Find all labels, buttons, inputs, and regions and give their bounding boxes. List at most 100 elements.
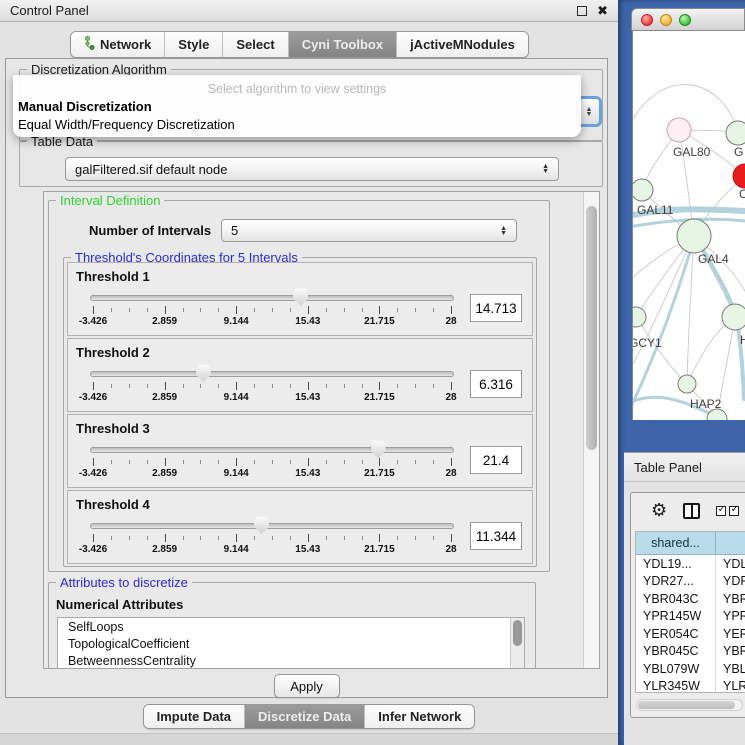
table-row[interactable]: YBR045CYBR0 — [636, 643, 745, 661]
table-header: shared... n — [636, 532, 745, 555]
node-gal4[interactable] — [677, 219, 711, 253]
threshold-label: Threshold 3 — [68, 415, 532, 436]
close-traffic-light-icon[interactable] — [641, 14, 653, 26]
tab-network[interactable]: Network — [71, 32, 165, 57]
tab-select[interactable]: Select — [223, 32, 288, 57]
cytoscape-desktop: GAL80 G GAL11 GAL4 GCY1 H HAP2 C Table P… — [618, 0, 745, 745]
threshold-panel: Threshold 3-3.4262.8599.14415.4321.71528… — [67, 414, 533, 488]
tab-cyni-toolbox[interactable]: Cyni Toolbox — [289, 32, 397, 57]
node-hap2[interactable] — [678, 375, 696, 393]
table-cell: YPR1 — [716, 608, 745, 626]
slider-handle[interactable] — [371, 440, 386, 458]
network-canvas[interactable]: GAL80 G GAL11 GAL4 GCY1 H HAP2 C — [632, 31, 745, 420]
slider-handle[interactable] — [196, 364, 211, 382]
table-row[interactable]: YPR145WYPR1 — [636, 608, 745, 626]
node-gcy1[interactable] — [633, 307, 646, 327]
scrollbar-thumb[interactable] — [638, 701, 735, 709]
threshold-value-field[interactable]: 21.4 — [470, 446, 522, 474]
node-label: C — [739, 187, 745, 201]
attribute-item[interactable]: TopologicalCoefficient — [58, 635, 524, 652]
node-h[interactable] — [722, 304, 745, 330]
attributes-scrollbar[interactable] — [510, 618, 524, 669]
threshold-value-field[interactable]: 6.316 — [470, 370, 522, 398]
close-icon[interactable]: ✖ — [597, 6, 608, 16]
network-nodes[interactable] — [633, 118, 745, 420]
table-data-group: Table Data galFiltered.sif default node … — [19, 141, 603, 187]
network-view-window[interactable]: GAL80 G GAL11 GAL4 GCY1 H HAP2 C — [631, 8, 745, 420]
split-view-icon[interactable] — [683, 503, 700, 519]
algorithm-menu: Select algorithm to view settings Manual… — [13, 75, 581, 137]
column-header-name[interactable]: n — [716, 532, 745, 555]
minimize-traffic-light-icon[interactable] — [660, 14, 672, 26]
interval-definition-group: Interval Definition Number of Intervals … — [48, 200, 550, 572]
tab-style[interactable]: Style — [165, 32, 223, 57]
table-cell: YLR345W — [636, 678, 716, 694]
table-row[interactable]: YBR043CYBR0 — [636, 590, 745, 608]
table-row[interactable]: YER054CYER0 — [636, 625, 745, 643]
node-table: shared... n YDL19...YDL1YDR27...YDR2YBR0… — [635, 531, 745, 693]
threshold-value-field[interactable]: 14.713 — [470, 294, 522, 322]
attributes-group-label: Attributes to discretize — [56, 575, 192, 590]
tab-infer-network[interactable]: Infer Network — [365, 705, 474, 728]
node-label: GAL4 — [698, 252, 729, 266]
settings-scrollbar[interactable] — [583, 192, 599, 668]
thresholds-list: Threshold 1-3.4262.8599.14415.4321.71528… — [64, 260, 536, 566]
tab-discretize-data[interactable]: Discretize Data — [245, 705, 365, 728]
settings-viewport: Interval Definition Number of Intervals … — [43, 191, 600, 669]
numerical-attributes-label: Numerical Attributes — [56, 597, 183, 612]
table-cell: YBR0 — [716, 590, 745, 608]
gear-icon[interactable]: ⚙ — [651, 502, 667, 520]
table-cell: YLR3 — [716, 678, 745, 694]
node-gal80[interactable] — [667, 118, 691, 142]
checkbox-icon[interactable] — [716, 506, 726, 516]
attribute-item[interactable]: BetweennessCentrality — [58, 652, 524, 669]
column-header-shared-name[interactable]: shared... — [636, 532, 716, 555]
threshold-value-field[interactable]: 11.344 — [470, 522, 522, 550]
apply-button[interactable]: Apply — [274, 674, 340, 698]
bottom-tab-bar: Impute DataDiscretize DataInfer Network — [143, 704, 476, 729]
threshold-label: Threshold 4 — [68, 491, 532, 512]
table-panel-titlebar: Table Panel — [624, 452, 745, 482]
scrollbar-thumb[interactable] — [586, 206, 597, 450]
number-of-intervals-combobox[interactable]: 5 ▲▼ — [221, 219, 517, 242]
threshold-slider[interactable]: -3.4262.8599.14415.4321.71528 — [90, 361, 454, 407]
tab-jactivemnodules[interactable]: jActiveMNodules — [397, 32, 528, 57]
panel-bottom-strip — [0, 733, 618, 745]
checkbox-icon[interactable] — [729, 506, 739, 516]
tab-impute-data[interactable]: Impute Data — [144, 705, 245, 728]
threshold-slider[interactable]: -3.4262.8599.14415.4321.71528 — [90, 437, 454, 483]
table-body: YDL19...YDL1YDR27...YDR2YBR043CYBR0YPR14… — [636, 555, 745, 693]
node-label: H — [740, 333, 745, 347]
threshold-panel: Threshold 2-3.4262.8599.14415.4321.71528… — [67, 338, 533, 412]
threshold-slider[interactable]: -3.4262.8599.14415.4321.71528 — [90, 285, 454, 331]
float-window-icon[interactable] — [577, 6, 587, 16]
table-cell: YDL1 — [716, 555, 745, 573]
node-gal11[interactable] — [633, 179, 653, 201]
table-panel-title: Table Panel — [634, 460, 702, 475]
threshold-panel: Threshold 1-3.4262.8599.14415.4321.71528… — [67, 262, 533, 336]
table-row[interactable]: YBL079WYBL0 — [636, 660, 745, 678]
attribute-item[interactable]: SelfLoops — [58, 618, 524, 635]
node-top-right[interactable] — [726, 121, 745, 145]
network-window-titlebar[interactable] — [631, 8, 745, 31]
table-data-combobox[interactable]: galFiltered.sif default node ▲▼ — [65, 157, 559, 181]
node-label: G — [734, 145, 743, 159]
threshold-label: Threshold 1 — [68, 263, 532, 284]
scrollbar-thumb[interactable] — [513, 620, 522, 646]
menu-option[interactable]: Equal Width/Frequency Discretization — [18, 117, 235, 132]
table-row[interactable]: YLR345WYLR3 — [636, 678, 745, 694]
attributes-list[interactable]: SelfLoopsTopologicalCoefficientBetweenne… — [57, 617, 525, 669]
panel-title: Control Panel — [10, 3, 89, 18]
table-hscrollbar[interactable] — [636, 699, 743, 711]
table-row[interactable]: YDR27...YDR2 — [636, 573, 745, 591]
threshold-slider[interactable]: -3.4262.8599.14415.4321.71528 — [90, 513, 454, 559]
node-label: HAP2 — [690, 397, 722, 411]
table-row[interactable]: YDL19...YDL1 — [636, 555, 745, 573]
slider-handle[interactable] — [254, 516, 269, 534]
zoom-traffic-light-icon[interactable] — [679, 14, 691, 26]
menu-option[interactable]: Manual Discretization — [18, 99, 152, 114]
combo-arrows-icon: ▲▼ — [542, 164, 549, 174]
slider-handle[interactable] — [293, 288, 308, 306]
table-cell: YER054C — [636, 625, 716, 643]
threshold-panel: Threshold 4-3.4262.8599.14415.4321.71528… — [67, 490, 533, 564]
